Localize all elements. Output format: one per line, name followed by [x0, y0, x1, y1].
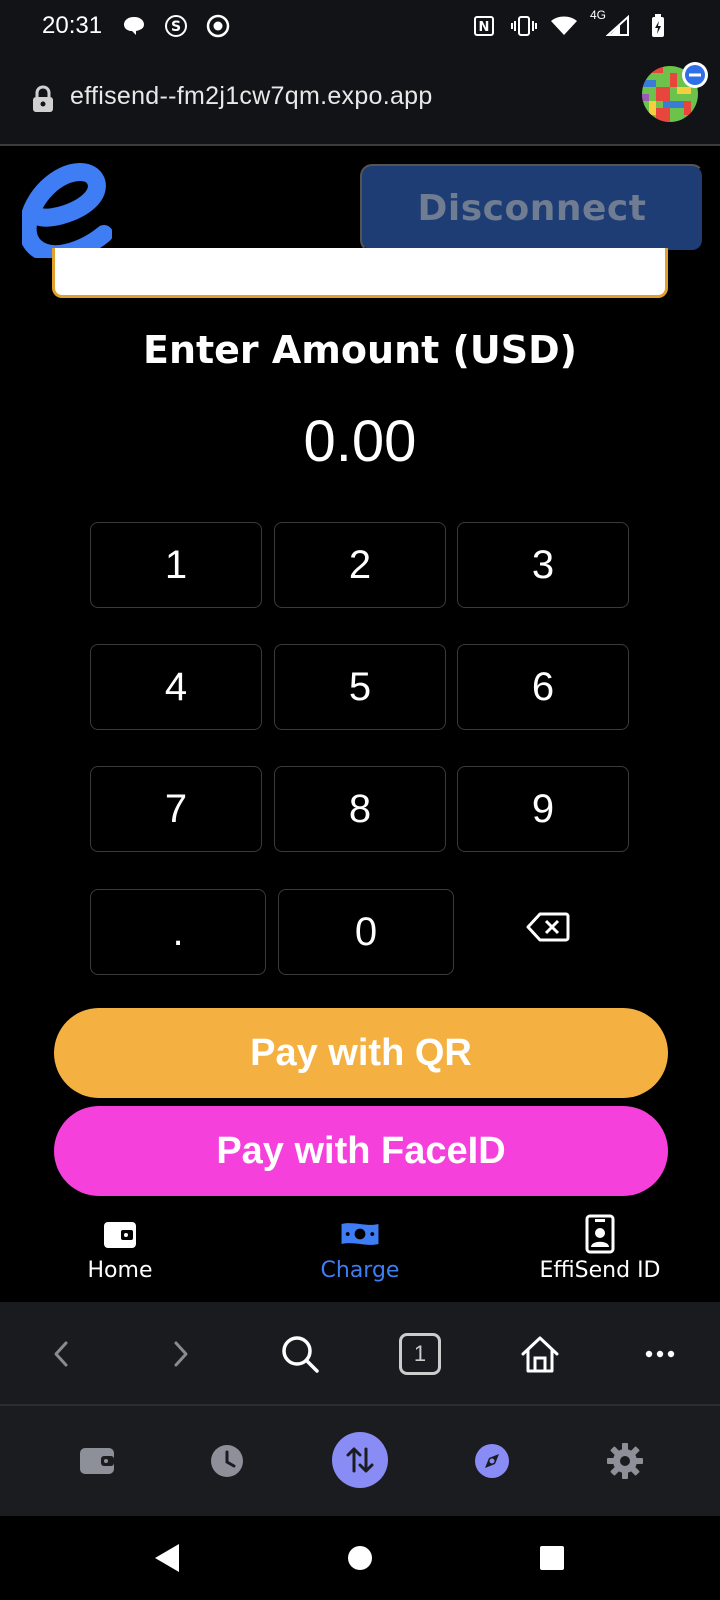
- back-icon[interactable]: [36, 1328, 88, 1380]
- tab-home[interactable]: Home: [20, 1214, 220, 1283]
- lock-icon: [30, 84, 56, 114]
- status-time: 20:31: [42, 12, 103, 39]
- key-8[interactable]: 8: [274, 766, 446, 852]
- key-1[interactable]: 1: [90, 522, 262, 608]
- key-2[interactable]: 2: [274, 522, 446, 608]
- backspace-icon: [526, 912, 570, 945]
- browser-toolbar: 1: [0, 1302, 720, 1406]
- backspace-button[interactable]: [516, 898, 580, 958]
- chat-bubble-icon: [120, 12, 148, 40]
- disconnect-button[interactable]: Disconnect: [360, 164, 704, 252]
- home-icon[interactable]: [514, 1328, 566, 1380]
- transfer-icon[interactable]: [332, 1432, 388, 1488]
- effisend-logo: [18, 162, 113, 264]
- android-nav: [0, 1516, 720, 1600]
- key-7[interactable]: 7: [90, 766, 262, 852]
- status-bar: 20:31 S N 4G: [0, 0, 720, 56]
- url-text[interactable]: effisend--fm2j1cw7qm.expo.app: [70, 82, 433, 111]
- tabs-button[interactable]: 1: [394, 1328, 446, 1380]
- wallet-icon: [100, 1214, 140, 1254]
- wallet-nav-icon[interactable]: [68, 1432, 126, 1490]
- nav-recents-icon[interactable]: [532, 1538, 572, 1578]
- key-9[interactable]: 9: [457, 766, 629, 852]
- settings-icon[interactable]: [596, 1432, 654, 1490]
- amount-label: Enter Amount (USD): [142, 328, 578, 372]
- wallet-nav: [0, 1406, 720, 1516]
- svg-text:S: S: [171, 19, 181, 35]
- pay-with-faceid-button[interactable]: Pay with FaceID: [54, 1106, 668, 1196]
- vibrate-icon: [510, 12, 538, 40]
- svg-text:N: N: [479, 20, 490, 35]
- nfc-icon: N: [470, 12, 498, 40]
- wifi-icon: [550, 12, 578, 40]
- tab-charge[interactable]: Charge: [260, 1214, 460, 1283]
- info-card: [52, 248, 668, 298]
- search-icon[interactable]: [274, 1328, 326, 1380]
- url-bar[interactable]: effisend--fm2j1cw7qm.expo.app: [0, 56, 720, 146]
- app-header: Disconnect: [0, 146, 720, 264]
- s-circle-icon: S: [162, 12, 190, 40]
- key-6[interactable]: 6: [457, 644, 629, 730]
- key-0[interactable]: 0: [278, 889, 454, 975]
- key-3[interactable]: 3: [457, 522, 629, 608]
- key-decimal[interactable]: .: [90, 889, 266, 975]
- tab-home-label: Home: [87, 1258, 153, 1283]
- key-4[interactable]: 4: [90, 644, 262, 730]
- more-icon[interactable]: [634, 1328, 686, 1380]
- tab-effisend-id-label: EffiSend ID: [539, 1258, 661, 1283]
- amount-value: 0.00: [303, 409, 417, 474]
- signal-icon: 4G: [590, 8, 632, 40]
- nav-back-icon[interactable]: [146, 1538, 186, 1578]
- id-card-icon: [580, 1214, 620, 1254]
- minus-badge-icon: [682, 62, 708, 88]
- tab-effisend-id[interactable]: EffiSend ID: [500, 1214, 700, 1283]
- clock-icon[interactable]: [198, 1432, 256, 1490]
- compass-icon[interactable]: [463, 1432, 521, 1490]
- key-5[interactable]: 5: [274, 644, 446, 730]
- network-type: 4G: [590, 8, 607, 22]
- nav-home-icon[interactable]: [340, 1538, 380, 1578]
- battery-icon: [644, 12, 672, 40]
- tab-count: 1: [413, 1341, 427, 1366]
- record-icon: [204, 12, 232, 40]
- forward-icon[interactable]: [154, 1328, 206, 1380]
- cash-icon: [340, 1214, 380, 1254]
- tab-charge-label: Charge: [320, 1258, 400, 1283]
- pay-with-qr-button[interactable]: Pay with QR: [54, 1008, 668, 1098]
- app-tab-bar: Home Charge EffiSend ID: [0, 1206, 720, 1302]
